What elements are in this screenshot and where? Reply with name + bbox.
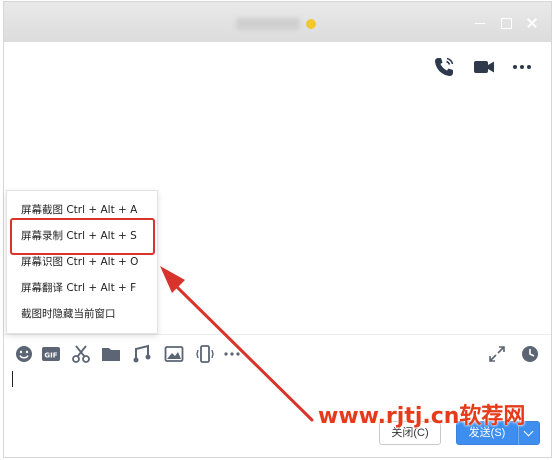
title-bar[interactable] — [4, 2, 551, 42]
minimize-icon[interactable] — [472, 15, 488, 31]
svg-text:GIF: GIF — [44, 352, 57, 360]
menu-item-hide-window[interactable]: 截图时隐藏当前窗口 — [7, 301, 157, 327]
scissors-screenshot-icon[interactable] — [71, 344, 91, 364]
shake-icon[interactable] — [195, 344, 215, 364]
window-title-blurred — [236, 18, 300, 30]
maximize-icon[interactable] — [498, 15, 514, 31]
menu-item-screen-translate[interactable]: 屏幕翻译 Ctrl + Alt + F — [7, 275, 157, 301]
input-divider — [4, 334, 551, 335]
image-icon[interactable] — [164, 344, 184, 364]
screenshot-menu: 屏幕截图 Ctrl + Alt + A 屏幕录制 Ctrl + Alt + S … — [6, 190, 158, 334]
expand-icon[interactable] — [487, 344, 507, 364]
watermark-text: www.rjtj.cn软荐网 — [318, 404, 526, 429]
history-icon[interactable] — [520, 344, 540, 364]
phone-call-icon[interactable] — [432, 55, 456, 79]
toolbar-more-icon[interactable] — [222, 344, 242, 364]
highlight-box — [10, 218, 155, 255]
music-icon[interactable] — [132, 344, 152, 364]
folder-icon[interactable] — [101, 344, 121, 364]
more-icon[interactable] — [510, 55, 534, 79]
emoji-icon[interactable] — [14, 344, 34, 364]
close-icon[interactable] — [524, 15, 540, 31]
video-call-icon[interactable] — [472, 55, 496, 79]
title-status-icon — [306, 19, 316, 29]
gif-icon[interactable]: GIF — [41, 344, 61, 364]
